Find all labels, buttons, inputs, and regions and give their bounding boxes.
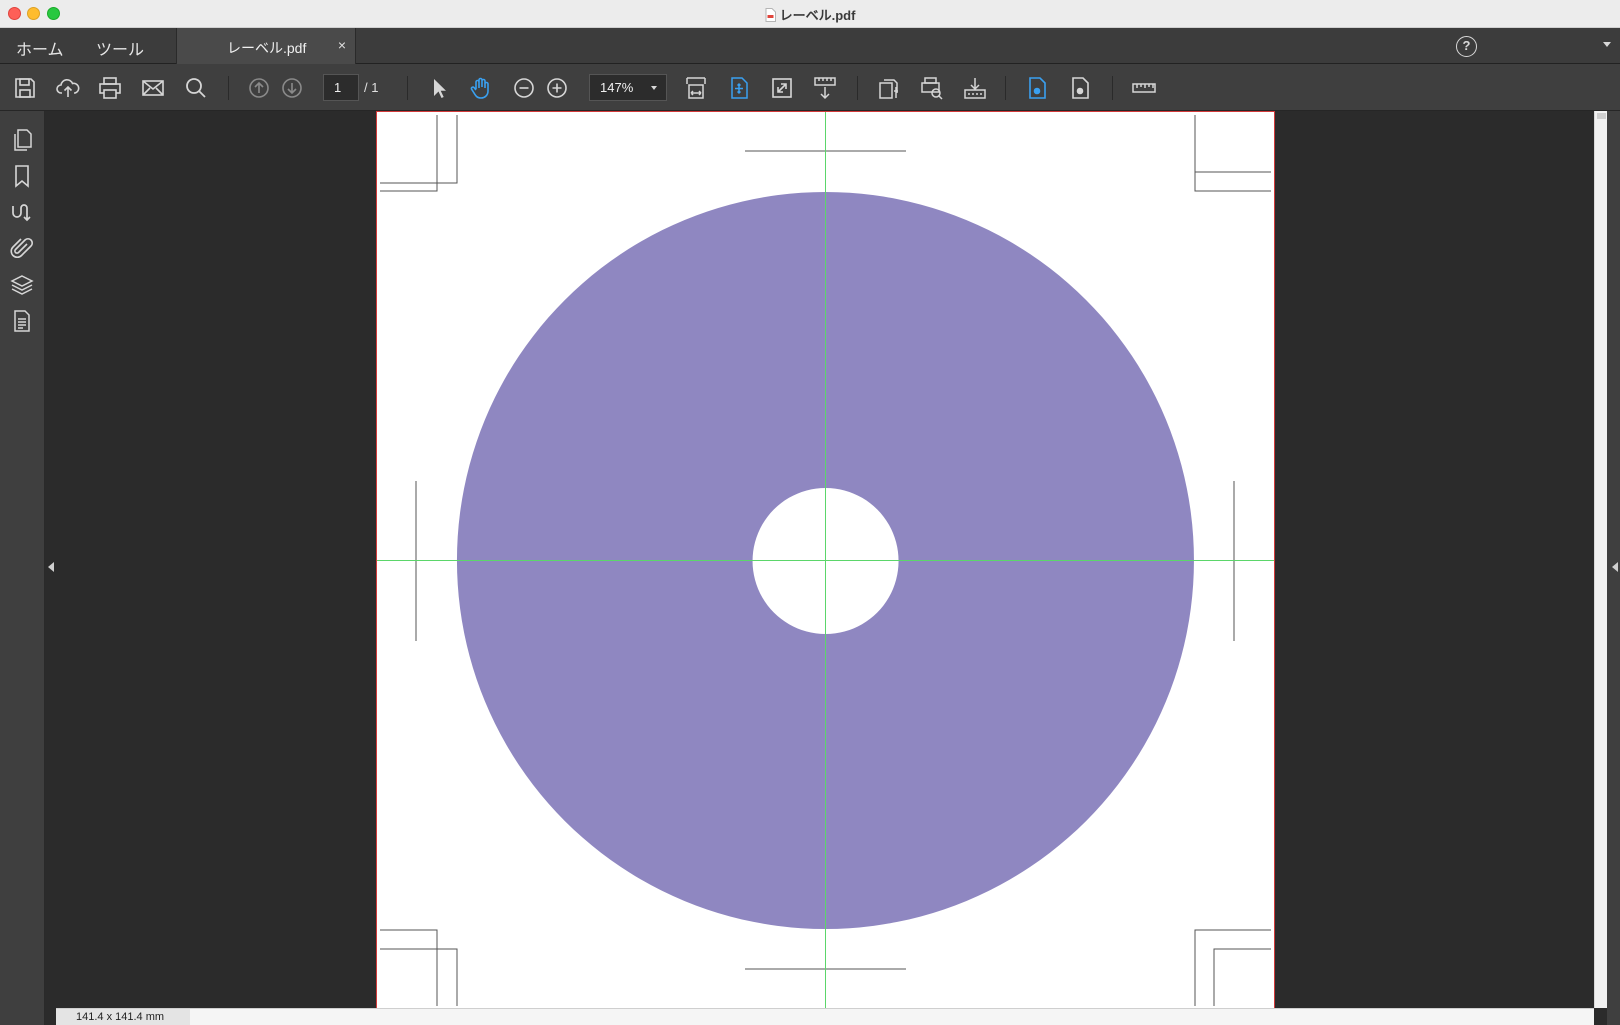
left-sidebar: [0, 111, 45, 1025]
next-page-icon[interactable]: [279, 75, 305, 101]
cloud-upload-icon[interactable]: [55, 75, 81, 101]
toolbar-separator: [1112, 76, 1113, 100]
toolbar-separator: [857, 76, 858, 100]
toolbar-separator: [407, 76, 408, 100]
window-title-wrap: レーベル.pdf: [0, 5, 1620, 24]
export-icon[interactable]: [962, 75, 988, 101]
document-tab[interactable]: レーベル.pdf ×: [176, 28, 356, 64]
document-icon[interactable]: [10, 309, 34, 333]
fit-width-icon[interactable]: [683, 75, 709, 101]
help-icon[interactable]: ?: [1456, 36, 1477, 57]
toolbar-separator: [1005, 76, 1006, 100]
select-arrow-icon[interactable]: [426, 75, 452, 101]
menu-tools[interactable]: ツール: [96, 36, 144, 60]
close-tab-button[interactable]: ×: [338, 37, 346, 53]
previous-page-icon[interactable]: [246, 75, 272, 101]
vertical-scrollbar[interactable]: [1594, 111, 1607, 1008]
label-artwork: [377, 112, 1274, 1009]
collapse-sidebar-icon[interactable]: [48, 562, 54, 572]
toolbar: 1 / 1 147%: [0, 64, 1620, 111]
layers-icon[interactable]: [10, 273, 34, 297]
chevron-down-icon[interactable]: [1603, 42, 1611, 47]
pdf-file-icon: [765, 8, 776, 22]
two-page-icon[interactable]: [1067, 75, 1093, 101]
toolbar-separator: [228, 76, 229, 100]
zoom-select[interactable]: 147%: [589, 74, 667, 101]
fit-page-icon[interactable]: [726, 75, 752, 101]
document-properties-icon[interactable]: [876, 75, 902, 101]
zoom-out-icon[interactable]: [511, 75, 537, 101]
expand-right-panel-icon[interactable]: [1612, 562, 1618, 572]
ruler-icon[interactable]: [1131, 75, 1159, 101]
bookmark-icon[interactable]: [10, 164, 34, 188]
single-page-icon[interactable]: [1024, 75, 1050, 101]
tab-bar: ホーム ツール レーベル.pdf × ?: [0, 28, 1620, 64]
chevron-down-icon: [651, 86, 657, 90]
print-preview-icon[interactable]: [919, 75, 945, 101]
attachment-icon[interactable]: [10, 236, 34, 260]
page-number-input[interactable]: 1: [323, 74, 359, 101]
hand-icon[interactable]: [468, 75, 494, 101]
pdf-page: [376, 111, 1275, 1010]
scroll-mode-icon[interactable]: [812, 75, 838, 101]
zoom-value: 147%: [600, 80, 634, 95]
expand-icon[interactable]: [769, 75, 795, 101]
menu-home[interactable]: ホーム: [16, 36, 64, 60]
save-icon[interactable]: [12, 75, 38, 101]
pages-icon[interactable]: [10, 128, 34, 152]
page-total: / 1: [364, 80, 379, 95]
document-tab-label: レーベル.pdf: [227, 40, 307, 56]
zoom-in-icon[interactable]: [544, 75, 570, 101]
title-bar: レーベル.pdf: [0, 0, 1620, 28]
page-dimensions: 141.4 x 141.4 mm: [56, 1009, 190, 1025]
signature-icon[interactable]: [10, 200, 34, 224]
mail-icon[interactable]: [140, 75, 166, 101]
window-title: レーベル.pdf: [779, 8, 856, 23]
status-bar: 141.4 x 141.4 mm: [56, 1008, 1594, 1025]
search-icon[interactable]: [183, 75, 209, 101]
print-icon[interactable]: [97, 75, 123, 101]
scrollbar-thumb[interactable]: [1597, 113, 1606, 119]
